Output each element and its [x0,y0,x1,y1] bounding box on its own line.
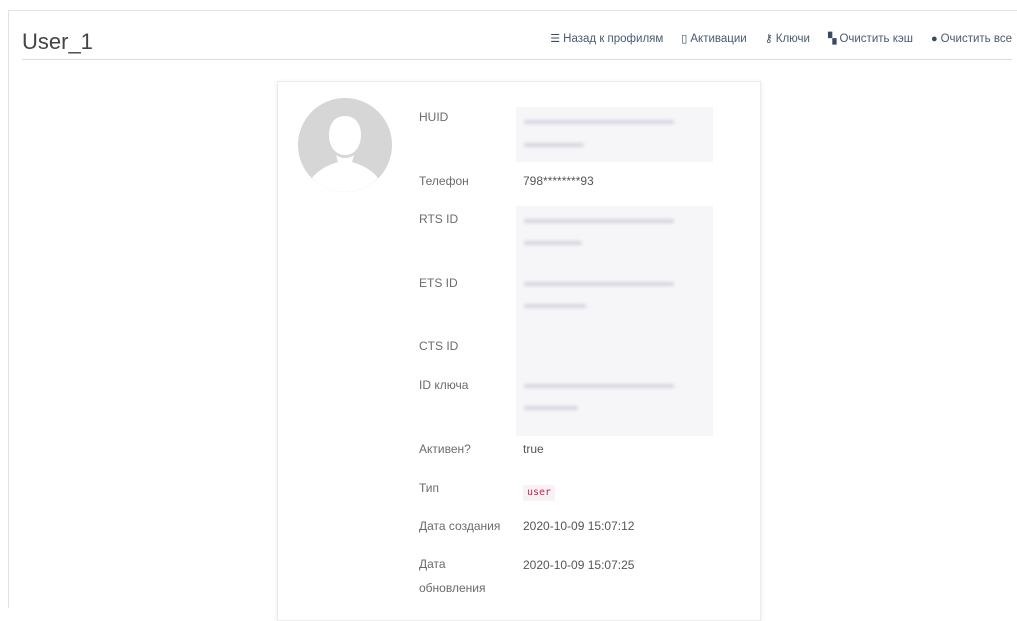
phone-value: 798********93 [523,174,594,188]
back-to-profiles-link[interactable]: ☰ Назад к профилям [550,32,664,46]
page-header: User_1 ☰ Назад к профилям ▯ Активации ⚷ … [22,10,1012,60]
page-title: User_1 [22,29,93,54]
phone-label: Телефон [419,174,469,188]
list-icon: ☰ [550,33,561,45]
fire-extinguisher-icon: ▚ [827,33,837,45]
bomb-icon: ● [930,32,938,45]
mobile-icon: ▯ [681,33,688,45]
user-silhouette-icon [298,98,392,192]
active-value: true [523,442,544,456]
huid-value-redacted [516,107,713,162]
active-label: Активен? [419,442,471,456]
key-id-label: ID ключа [419,378,469,392]
clear-all-label: Очистить все [940,32,1012,45]
rts-id-label: RTS ID [419,212,459,226]
clear-cache-label: Очистить кэш [839,32,913,45]
activations-label: Активации [690,32,747,45]
keys-link[interactable]: ⚷ Ключи [764,32,810,46]
updated-value: 2020-10-09 15:07:25 [523,558,635,572]
type-value-wrap: user [523,478,556,504]
profile-card: HUID Телефон 798********93 RTS ID ETS ID… [277,81,761,621]
type-badge: user [523,485,556,501]
created-label: Дата создания [419,519,501,533]
back-to-profiles-label: Назад к профилям [563,32,664,45]
ets-id-label: ETS ID [419,276,458,290]
header-nav: ☰ Назад к профилям ▯ Активации ⚷ Ключи ▚… [550,32,1012,46]
clear-cache-link[interactable]: ▚ Очистить кэш [827,32,913,46]
created-value: 2020-10-09 15:07:12 [523,519,635,533]
type-label: Тип [419,481,440,495]
ids-value-redacted [516,206,713,436]
activations-link[interactable]: ▯ Активации [681,32,747,46]
key-icon: ⚷ [764,33,773,45]
keys-label: Ключи [775,32,810,45]
clear-all-link[interactable]: ● Очистить все [931,33,1012,45]
updated-label: Дата обновления [419,557,486,595]
huid-label: HUID [419,110,449,124]
cts-id-label: CTS ID [419,339,459,353]
